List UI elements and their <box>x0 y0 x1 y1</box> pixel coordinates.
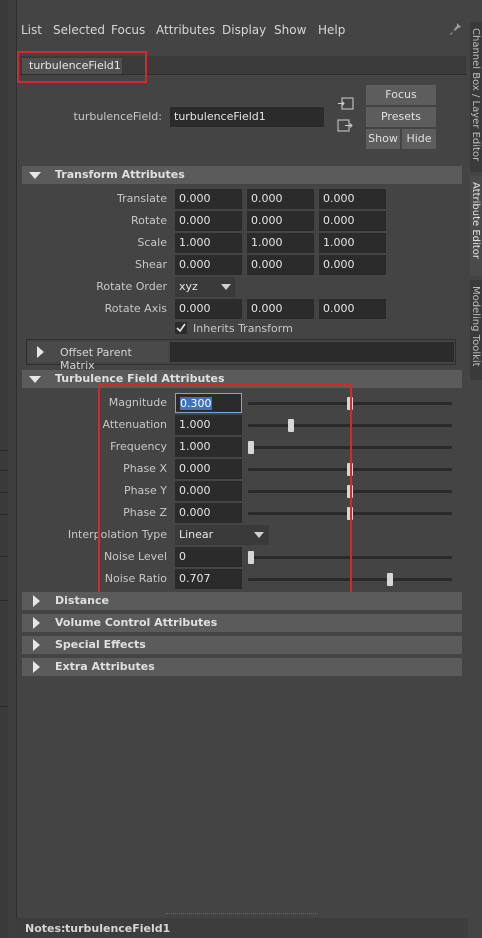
shear-z-field[interactable]: 0.000 <box>319 255 386 275</box>
rotate-axis-z-field[interactable]: 0.000 <box>319 299 386 319</box>
rotate-order-label: Rotate Order <box>96 280 167 293</box>
rotate-axis-y-field[interactable]: 0.000 <box>247 299 314 319</box>
shear-x-field[interactable]: 0.000 <box>175 255 242 275</box>
menu-attributes[interactable]: Attributes <box>156 23 215 37</box>
offset-parent-matrix-header[interactable]: Offset Parent Matrix <box>28 342 168 372</box>
transform-attributes-header[interactable]: Transform Attributes <box>22 166 462 184</box>
scale-x-field[interactable]: 1.000 <box>175 233 242 253</box>
shear-label: Shear <box>135 258 167 271</box>
presets-button[interactable]: Presets <box>366 107 436 127</box>
scale-z-field[interactable]: 1.000 <box>319 233 386 253</box>
focus-output-icon[interactable] <box>337 119 355 133</box>
menu-help[interactable]: Help <box>318 23 345 37</box>
highlight-box-tab <box>17 51 147 83</box>
special-effects-section-header[interactable]: Special Effects <box>22 636 462 654</box>
extra-attributes-section-header[interactable]: Extra Attributes <box>22 658 462 676</box>
expand-triangle-icon <box>29 166 43 184</box>
pin-icon[interactable] <box>450 22 462 36</box>
collapse-triangle-icon <box>37 346 44 358</box>
shear-y-field[interactable]: 0.000 <box>247 255 314 275</box>
volume-control-section-header[interactable]: Volume Control Attributes <box>22 614 462 632</box>
menu-list[interactable]: List <box>21 23 42 37</box>
rotate-y-field[interactable]: 0.000 <box>247 211 314 231</box>
highlight-box-attributes <box>98 384 352 594</box>
collapse-triangle-icon <box>29 592 43 610</box>
focus-button[interactable]: Focus <box>366 85 436 105</box>
distance-section-header[interactable]: Distance <box>22 592 462 610</box>
translate-x-field[interactable]: 0.000 <box>175 189 242 209</box>
panel-border <box>8 0 17 938</box>
focus-input-icon[interactable] <box>337 97 355 111</box>
tab-channel-box[interactable]: Channel Box / Layer Editor <box>470 22 482 172</box>
menu-focus[interactable]: Focus <box>111 23 145 37</box>
checkmark-icon <box>176 323 186 333</box>
rotate-z-field[interactable]: 0.000 <box>319 211 386 231</box>
inherits-transform-checkbox[interactable] <box>175 322 187 334</box>
scale-y-field[interactable]: 1.000 <box>247 233 314 253</box>
scale-label: Scale <box>137 236 167 249</box>
collapse-triangle-icon <box>29 636 43 654</box>
menu-show[interactable]: Show <box>274 23 306 37</box>
left-dock-strip <box>0 0 8 938</box>
translate-label: Translate <box>117 192 167 205</box>
translate-y-field[interactable]: 0.000 <box>247 189 314 209</box>
menu-display[interactable]: Display <box>222 23 266 37</box>
node-type-label: turbulenceField: <box>73 110 162 123</box>
collapse-triangle-icon <box>29 658 43 676</box>
rotate-x-field[interactable]: 0.000 <box>175 211 242 231</box>
rotate-label: Rotate <box>130 214 167 227</box>
tab-attribute-editor[interactable]: Attribute Editor <box>470 176 482 276</box>
notes-resize-handle[interactable] <box>166 913 318 915</box>
collapse-triangle-icon <box>29 614 43 632</box>
node-name-field[interactable]: turbulenceField1 <box>170 107 324 127</box>
menu-selected[interactable]: Selected <box>53 23 105 37</box>
chevron-down-icon <box>221 284 231 290</box>
notes-bar: Notes: turbulenceField1 <box>16 918 468 938</box>
rotate-axis-x-field[interactable]: 0.000 <box>175 299 242 319</box>
notes-value: turbulenceField1 <box>65 922 171 935</box>
tab-modeling-toolkit[interactable]: Modeling Toolkit <box>470 280 482 380</box>
slider-handle[interactable] <box>387 573 393 586</box>
menu-bar: List Selected Focus Attributes Display S… <box>16 18 468 42</box>
expand-triangle-icon <box>29 370 43 388</box>
translate-z-field[interactable]: 0.000 <box>319 189 386 209</box>
hide-button[interactable]: Hide <box>402 129 436 149</box>
offset-parent-matrix-field[interactable] <box>170 342 454 362</box>
rotate-axis-label: Rotate Axis <box>104 302 167 315</box>
show-button[interactable]: Show <box>366 129 400 149</box>
notes-label: Notes: <box>25 922 66 935</box>
rotate-order-dropdown[interactable]: xyz <box>175 277 235 297</box>
inherits-transform-label: Inherits Transform <box>193 322 293 335</box>
